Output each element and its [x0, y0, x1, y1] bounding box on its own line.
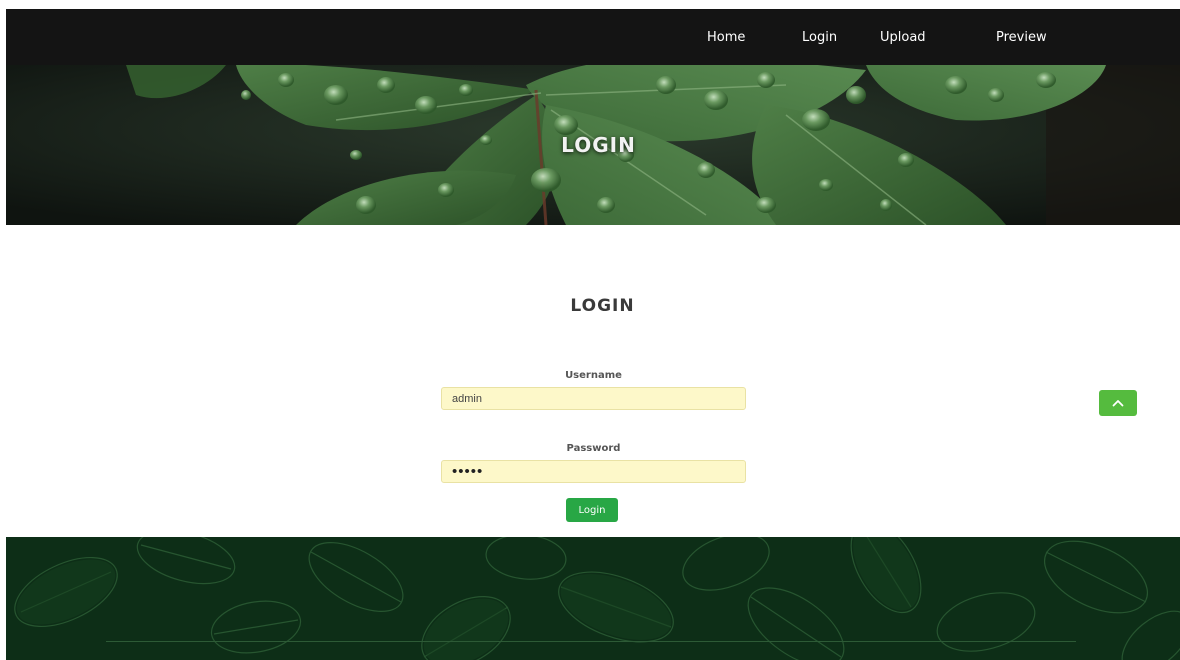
password-input[interactable]: ••••• — [441, 460, 746, 483]
page-frame: Home Login Upload Preview LOGIN LOGIN Us… — [6, 9, 1180, 660]
nav-home-link[interactable]: Home — [707, 9, 745, 65]
scroll-to-top-button[interactable] — [1099, 390, 1137, 416]
chevron-up-icon — [1112, 400, 1124, 407]
top-navbar: Home Login Upload Preview — [6, 9, 1180, 65]
username-input[interactable] — [441, 387, 746, 410]
footer — [6, 537, 1180, 660]
footer-divider — [106, 641, 1076, 642]
login-section: LOGIN Username Password ••••• Login — [6, 225, 1180, 537]
login-heading: LOGIN — [570, 296, 635, 316]
nav-preview-link[interactable]: Preview — [996, 9, 1047, 65]
login-button[interactable]: Login — [566, 498, 618, 522]
hero-banner: LOGIN — [6, 65, 1180, 225]
nav-upload-link[interactable]: Upload — [880, 9, 926, 65]
username-label: Username — [565, 370, 622, 381]
password-label: Password — [566, 443, 621, 454]
nav-login-link[interactable]: Login — [802, 9, 837, 65]
hero-title: LOGIN — [561, 133, 636, 157]
